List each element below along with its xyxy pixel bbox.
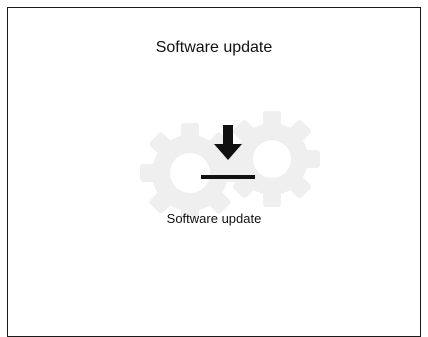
page-title: Software update <box>155 39 273 56</box>
download-icon <box>201 125 255 179</box>
status-caption: Software update <box>166 211 262 226</box>
update-screen: Software update Software update <box>7 7 421 337</box>
